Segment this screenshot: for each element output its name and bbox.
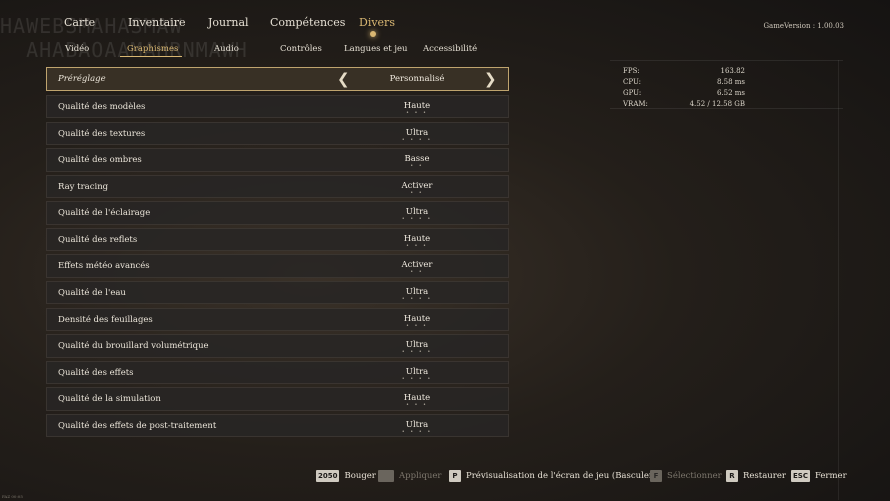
hint-restaurer[interactable]: R Restaurer [726, 470, 786, 486]
setting-row[interactable]: Qualité du brouillard volumétrique Ultra •… [46, 334, 509, 358]
graphics-settings-list: Préréglage ❮ Personnalisé ❯ Qualité des … [46, 67, 509, 441]
stat-cpu: CPU: 8.58 ms [623, 78, 745, 86]
setting-label: Qualité des effets de post-traitement [58, 420, 217, 431]
setting-label: Qualité des effets [58, 367, 134, 378]
active-subtab-underline [120, 56, 182, 57]
setting-label: Ray tracing [58, 181, 109, 192]
subtab-audio[interactable]: Audio [214, 44, 239, 54]
setting-level-dots: • • [410, 189, 424, 196]
apply-key-icon [378, 470, 394, 482]
setting-label: Qualité des ombres [58, 155, 142, 166]
setting-label: Qualité de la simulation [58, 394, 161, 405]
hint-previsualisation[interactable]: P Prévisualisation de l'écran de jeu (Bas… [449, 470, 656, 486]
setting-row[interactable]: Qualité des effets Ultra • • • • [46, 360, 509, 385]
tab-inventaire[interactable]: Inventaire [128, 16, 186, 29]
setting-row[interactable]: Qualité de la simulation Haute • • • [46, 387, 509, 411]
subtab-graphismes[interactable]: Graphismes [127, 44, 178, 54]
setting-row[interactable]: Qualité des ombres Basse • • [46, 148, 509, 172]
setting-row[interactable]: Qualité de l'éclairage Ultra • • • • [46, 201, 509, 225]
move-key-icon: 2050 [316, 470, 340, 482]
setting-label: Densité des feuillages [58, 314, 153, 325]
hint-selectionner: F Sélectionner [650, 470, 722, 486]
preset-value: Personnalisé [389, 74, 445, 84]
setting-label: Qualité du brouillard volumétrique [58, 341, 209, 352]
footer-hints: 2050 Bouger Appliquer P Prévisualisation d… [0, 470, 890, 486]
setting-row[interactable]: Densité des feuillages Haute • • • [46, 307, 509, 332]
subtab-controles[interactable]: Contrôles [280, 44, 322, 54]
setting-row[interactable]: Ray tracing Activer • • [46, 174, 509, 199]
tab-divers[interactable]: Divers [359, 16, 395, 29]
hint-fermer[interactable]: ESC Fermer [791, 470, 847, 486]
setting-level-dots: • • • • [401, 428, 433, 435]
tab-carte[interactable]: Carte [64, 16, 95, 29]
setting-label: Qualité des modèles [58, 102, 146, 112]
performance-stats-panel: FPS: 163.82 CPU: 8.58 ms GPU: 6.52 ms VR… [610, 60, 843, 109]
tab-journal[interactable]: Journal [208, 16, 249, 29]
subtab-langues-et-jeu[interactable]: Langues et jeu [344, 44, 407, 54]
setting-level-dots: • • • [405, 402, 429, 409]
setting-label: Qualité des textures [58, 128, 146, 139]
setting-row[interactable]: Qualité des reflets Haute • • • [46, 227, 509, 252]
subtab-accessibilite[interactable]: Accessibilité [423, 44, 477, 54]
setting-level-dots: • • • [405, 110, 429, 116]
setting-label: Qualité de l'éclairage [58, 208, 151, 219]
panel-divider-line [838, 60, 839, 500]
setting-row[interactable]: Qualité des modèles Haute • • • [46, 95, 509, 119]
setting-label: Qualité des reflets [58, 234, 138, 245]
preset-label: Préréglage [58, 74, 106, 84]
r-key-icon: R [726, 470, 738, 482]
hint-appliquer: Appliquer [378, 470, 441, 486]
setting-level-dots: • • • • [401, 349, 433, 356]
stat-gpu: GPU: 6.52 ms [623, 89, 745, 97]
setting-level-dots: • • [410, 163, 424, 170]
esc-key-icon: ESC [791, 470, 810, 482]
preset-row[interactable]: Préréglage ❮ Personnalisé ❯ [46, 67, 509, 91]
setting-row[interactable]: Qualité des textures Ultra • • • • [46, 121, 509, 145]
subtab-video[interactable]: Vidéo [65, 44, 89, 54]
active-tab-indicator-icon [370, 31, 376, 37]
setting-row[interactable]: Qualité de l'eau Ultra • • • • [46, 281, 509, 305]
setting-label: Qualité de l'eau [58, 288, 126, 299]
setting-level-dots: • • • • [401, 216, 433, 223]
stat-fps: FPS: 163.82 [623, 67, 745, 75]
f-key-icon: F [650, 470, 662, 482]
game-version: GameVersion : 1.00.03 [763, 22, 844, 30]
setting-level-dots: • • [410, 269, 424, 276]
sub-tab-bar: Vidéo Graphismes Audio Contrôles Langues… [0, 44, 620, 58]
corner-timestamp: FAZ 00:05 [2, 494, 23, 499]
setting-level-dots: • • • • [401, 136, 433, 143]
p-key-icon: P [449, 470, 461, 482]
setting-level-dots: • • • • [401, 296, 433, 303]
setting-label: Effets météo avancés [58, 261, 150, 272]
stats-divider [610, 108, 843, 109]
setting-level-dots: • • • • [401, 375, 433, 382]
setting-level-dots: • • • [405, 242, 429, 249]
setting-row[interactable]: Effets météo avancés Activer • • [46, 254, 509, 278]
setting-level-dots: • • • [405, 322, 429, 329]
chevron-right-icon[interactable]: ❯ [484, 70, 497, 88]
hint-bouger[interactable]: 2050 Bouger [316, 470, 376, 486]
tab-competences[interactable]: Compétences [270, 16, 345, 29]
setting-row[interactable]: Qualité des effets de post-traitement Ult… [46, 413, 509, 438]
